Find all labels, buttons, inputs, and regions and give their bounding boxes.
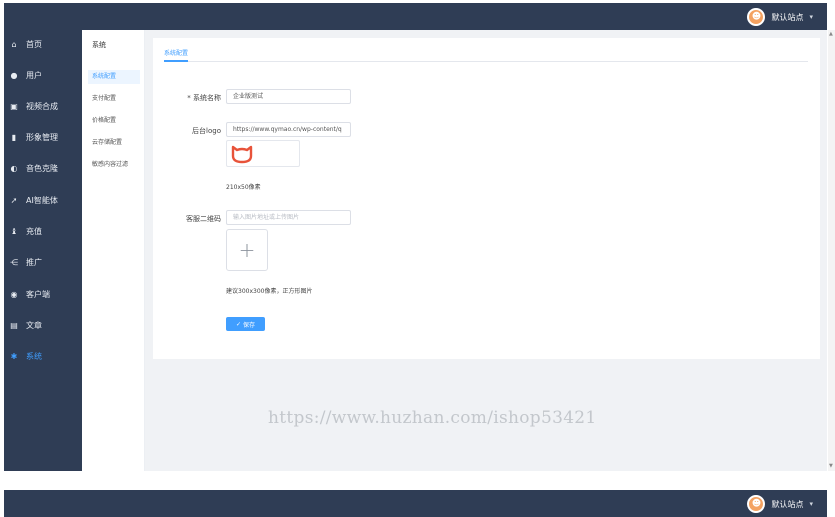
share-icon: ⋲ xyxy=(10,258,18,267)
tab-bar: 系统配置 xyxy=(164,48,808,62)
scroll-up-icon[interactable]: ▲ xyxy=(829,31,833,37)
save-button[interactable]: ✓ 保存 xyxy=(226,317,265,331)
article-icon: ▤ xyxy=(10,321,18,330)
settings-card: 系统配置 * 系统名称 企业版测试 后台logo https://www.qym… xyxy=(153,38,820,359)
second-top-header: ☻ 默认站点 ▾ xyxy=(4,490,827,517)
video-icon: ▣ xyxy=(10,102,18,111)
second-chevron-down-icon[interactable]: ▾ xyxy=(809,500,813,508)
qrcode-upload-button[interactable]: + xyxy=(226,229,268,271)
sidebar-item-label: 系统 xyxy=(26,352,42,361)
qrcode-size-hint: 建议300x300像素，正方形图片 xyxy=(226,288,313,295)
save-button-label: 保存 xyxy=(243,321,256,329)
sidebar-item-system[interactable]: ✱ 系统 xyxy=(9,351,42,362)
plus-icon: + xyxy=(238,238,256,262)
sidebar-item-avatar-manage[interactable]: ▮ 形象管理 xyxy=(9,132,58,143)
recharge-icon: ♝ xyxy=(10,227,18,236)
sidebar-item-label: AI智能体 xyxy=(26,196,58,205)
subnav-item-payment-config[interactable]: 支付配置 xyxy=(88,92,140,106)
sidebar-item-label: 文章 xyxy=(26,321,42,330)
second-user-menu[interactable]: ☻ 默认站点 ▾ xyxy=(747,494,813,514)
home-icon: ⌂ xyxy=(11,40,17,49)
user-name[interactable]: 默认站点 xyxy=(771,12,803,23)
sidebar-item-label: 音色克隆 xyxy=(26,164,58,173)
sidebar-item-label: 首页 xyxy=(26,40,42,49)
logo-url-input[interactable]: https://www.qymao.cn/wp-content/q xyxy=(226,122,351,137)
sidebar-item-home[interactable]: ⌂ 首页 xyxy=(9,39,42,50)
sidebar-item-ai[interactable]: ➚ AI智能体 xyxy=(9,195,58,206)
scroll-down-icon[interactable]: ▼ xyxy=(829,463,833,469)
logo-preview[interactable] xyxy=(226,140,300,167)
second-avatar[interactable]: ☻ xyxy=(747,495,766,513)
subnav-item-content-filter[interactable]: 敏感内容过滤 xyxy=(88,158,140,172)
sidebar-item-client[interactable]: ◉ 客户端 xyxy=(9,289,51,300)
second-user-name[interactable]: 默认站点 xyxy=(771,499,803,510)
ai-icon: ➚ xyxy=(10,196,18,205)
avatar-manage-icon: ▮ xyxy=(11,133,17,142)
subnav-item-price-config[interactable]: 价格配置 xyxy=(88,114,140,128)
voice-icon: ◐ xyxy=(10,164,18,173)
tab-system-config[interactable]: 系统配置 xyxy=(164,48,189,62)
sidebar-item-label: 充值 xyxy=(26,227,42,236)
sidebar-item-label: 推广 xyxy=(26,258,42,267)
watermark-text: https://www.huzhan.com/ishop53421 xyxy=(268,408,597,428)
sidebar-item-label: 客户端 xyxy=(26,290,50,299)
sidebar-item-label: 视频合成 xyxy=(26,102,58,111)
sub-navigation: 系统 系统配置 支付配置 价格配置 云存储配置 敏感内容过滤 xyxy=(82,30,145,471)
check-icon: ✓ xyxy=(235,320,241,328)
sidebar-item-user[interactable]: ● 用户 xyxy=(9,70,43,81)
avatar[interactable]: ☻ xyxy=(747,8,766,26)
user-icon: ● xyxy=(10,71,18,80)
top-header: ☻ 默认站点 ▾ xyxy=(4,3,827,30)
sidebar-item-label: 形象管理 xyxy=(26,133,58,142)
logo-size-hint: 210x50像素 xyxy=(226,184,261,191)
second-sidebar xyxy=(4,510,82,517)
chevron-down-icon[interactable]: ▾ xyxy=(809,13,813,21)
sidebar xyxy=(4,30,82,471)
scrollbar[interactable] xyxy=(828,30,835,471)
sidebar-item-voice[interactable]: ◐ 音色克隆 xyxy=(9,163,59,174)
gear-icon: ✱ xyxy=(10,352,18,361)
client-icon: ◉ xyxy=(10,290,18,299)
system-name-label: * 系统名称 xyxy=(187,94,221,102)
subnav-item-storage-config[interactable]: 云存储配置 xyxy=(88,136,140,150)
qrcode-url-input[interactable]: 输入图片地址或上传图片 xyxy=(226,210,351,225)
logo-image xyxy=(231,145,253,164)
subnav-title: 系统 xyxy=(92,41,106,49)
sidebar-item-label: 用户 xyxy=(26,71,42,80)
sidebar-item-share[interactable]: ⋲ 推广 xyxy=(9,257,42,268)
qrcode-label: 客服二维码 xyxy=(186,215,221,223)
user-menu[interactable]: ☻ 默认站点 ▾ xyxy=(747,7,813,27)
system-name-input[interactable]: 企业版测试 xyxy=(226,89,351,104)
subnav-item-system-config[interactable]: 系统配置 xyxy=(88,70,140,84)
sidebar-item-article[interactable]: ▤ 文章 xyxy=(9,320,42,331)
logo-label: 后台logo xyxy=(192,127,221,135)
sidebar-item-video[interactable]: ▣ 视频合成 xyxy=(9,101,58,112)
sidebar-item-recharge[interactable]: ♝ 充值 xyxy=(9,226,42,237)
